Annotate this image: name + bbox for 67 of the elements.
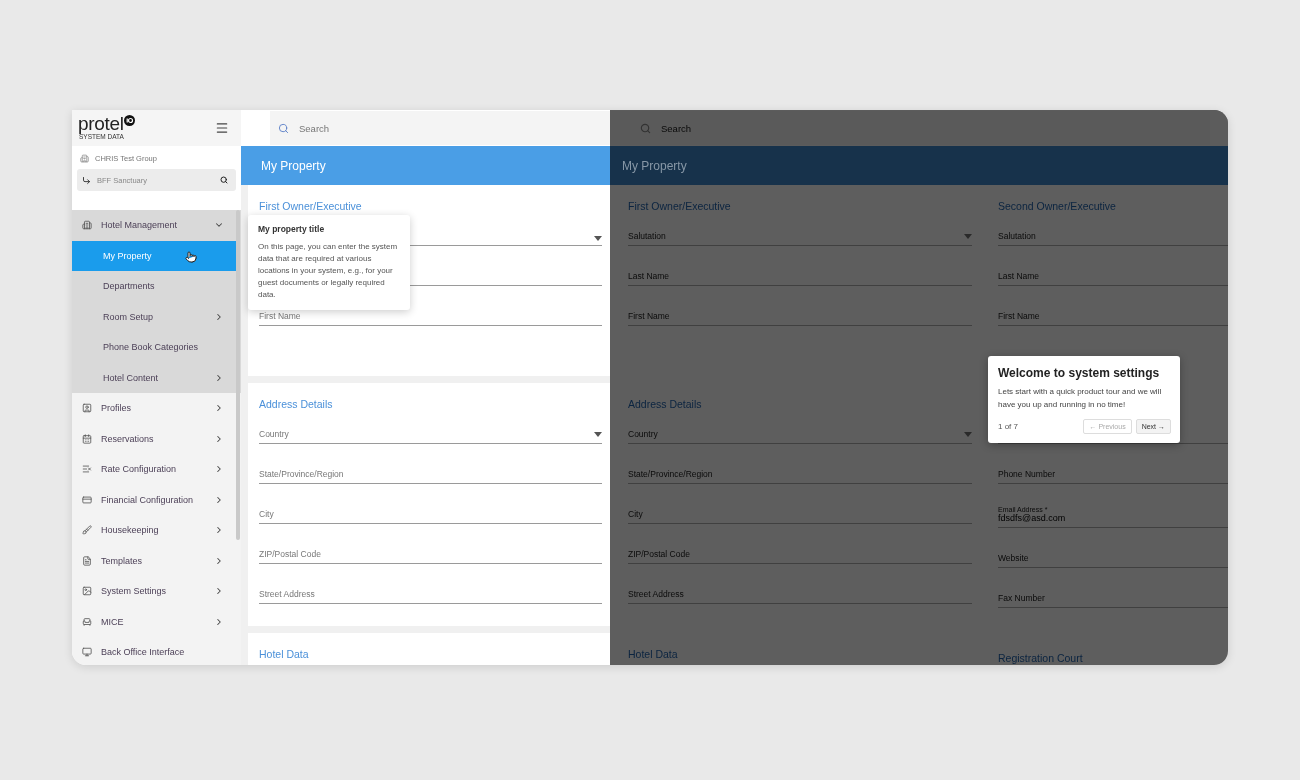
page-title: My Property [622, 158, 687, 173]
sidebar-subitem[interactable]: Room Setup [72, 301, 237, 332]
tooltip-title: My property title [258, 224, 326, 234]
input-field[interactable]: State/Province/Region [628, 444, 972, 484]
list-x-icon [82, 464, 92, 475]
input-field[interactable]: City [628, 484, 972, 524]
step-counter: 1 of 7 [998, 422, 1019, 431]
dropdown-caret-icon [964, 233, 972, 239]
search-icon [640, 122, 651, 134]
sidebar-subitem[interactable]: Departments [72, 271, 237, 302]
armchair-icon [82, 616, 92, 627]
logo-text: protel [78, 115, 124, 133]
image-icon [82, 586, 92, 597]
input-field[interactable]: ZIP/Postal Code [259, 524, 602, 564]
input-field[interactable]: Phone Number [998, 444, 1228, 484]
sidebar-item[interactable]: Templates [72, 545, 237, 576]
input-field[interactable]: First Name [998, 286, 1228, 326]
section-heading: Second Owner/Executive [998, 199, 1117, 213]
sidebar-item[interactable]: Back Office Interface [72, 637, 237, 665]
sidebar-item[interactable]: Profiles [72, 393, 237, 424]
input-field[interactable]: Fax Number [998, 568, 1228, 608]
sidebar-subitem[interactable]: My Property [72, 240, 237, 271]
input-field[interactable]: Street Address [628, 564, 972, 604]
dropdown-caret-icon [964, 431, 972, 437]
contact-card-icon [82, 403, 92, 414]
menu-button[interactable] [215, 121, 229, 135]
logo-badge-icon [123, 115, 135, 126]
credit-card-icon [82, 494, 92, 505]
tour-text: Lets start with a quick product tour and we will have you up and running in no time! [998, 386, 1163, 411]
sidebar-item[interactable]: MICE [72, 606, 237, 637]
input-field[interactable]: Street Address [259, 564, 602, 604]
building-icon [80, 154, 89, 163]
input-field[interactable]: Last Name [628, 246, 972, 286]
input-field[interactable]: First Name [628, 286, 972, 326]
section-heading: Hotel Data [628, 647, 679, 661]
calendar-icon [82, 433, 92, 444]
field-value: fdsdfs@asd.com [998, 513, 1066, 523]
hand-cursor-icon [185, 250, 197, 263]
building-icon [82, 220, 92, 231]
document-icon [82, 555, 92, 566]
brush-icon [82, 525, 92, 536]
sidebar-item[interactable]: Financial Configuration [72, 484, 237, 515]
input-field[interactable]: Website [998, 528, 1228, 568]
input-field[interactable]: City [259, 484, 602, 524]
dropdown-caret-icon [594, 431, 602, 437]
input-field[interactable]: Last Name [998, 246, 1228, 286]
section-heading: Registration Court [998, 651, 1084, 665]
section-heading: Hotel Data [259, 647, 310, 661]
sidebar-item[interactable]: Rate Configuration [72, 454, 237, 485]
page-title: My Property [261, 158, 326, 173]
search-icon [278, 122, 289, 134]
turn-arrow-icon [82, 175, 91, 185]
sidebar-item[interactable]: Reservations [72, 423, 237, 454]
sidebar-item[interactable]: System Settings [72, 576, 237, 607]
scrollbar[interactable] [236, 210, 240, 540]
input-field[interactable]: State/Province/Region [259, 444, 602, 484]
sidebar-item[interactable]: Housekeeping [72, 515, 237, 546]
search-icon [220, 176, 228, 184]
section-heading: First Owner/Executive [259, 199, 363, 213]
monitor-icon [82, 647, 92, 658]
sidebar-subitem[interactable]: Phone Book Categories [72, 332, 237, 363]
input-field[interactable]: ZIP/Postal Code [628, 524, 972, 564]
sidebar-subitem[interactable]: Hotel Content [72, 362, 237, 393]
dropdown-caret-icon [594, 236, 602, 241]
sidebar-item[interactable]: Hotel Management [72, 210, 237, 241]
search-field[interactable]: Search [270, 111, 610, 145]
tour-title: Welcome to system settings [998, 366, 1161, 380]
